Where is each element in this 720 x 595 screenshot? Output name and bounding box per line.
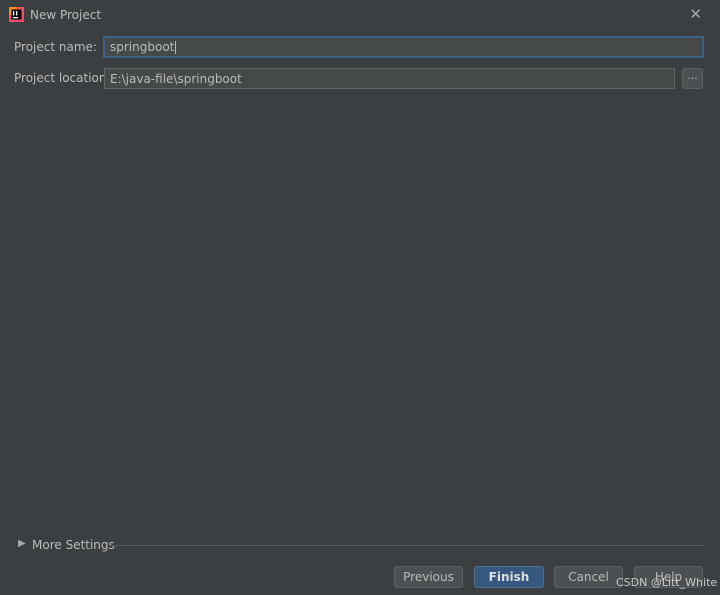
more-settings-label: More Settings (32, 538, 115, 552)
project-location-label: Project location: (14, 71, 111, 85)
project-name-value: springboot (110, 40, 175, 54)
project-location-input[interactable]: E:\java-file\springboot (104, 68, 675, 89)
more-settings-divider (110, 545, 705, 546)
project-name-input[interactable]: springboot (103, 36, 704, 58)
triangle-right-icon: ▶ (18, 538, 26, 549)
browse-button[interactable]: ... (682, 68, 703, 89)
project-location-value: E:\java-file\springboot (110, 72, 242, 86)
previous-button[interactable]: Previous (394, 566, 463, 588)
cancel-button[interactable]: Cancel (554, 566, 623, 588)
watermark: CSDN @Litt_White (616, 576, 718, 589)
window-title: New Project (30, 8, 102, 22)
project-name-label: Project name: (14, 40, 97, 54)
finish-button[interactable]: Finish (474, 566, 544, 588)
text-caret (175, 41, 177, 54)
close-icon[interactable]: ✕ (689, 6, 702, 22)
title-bar: New Project ✕ (0, 0, 720, 30)
intellij-idea-icon (9, 7, 24, 22)
